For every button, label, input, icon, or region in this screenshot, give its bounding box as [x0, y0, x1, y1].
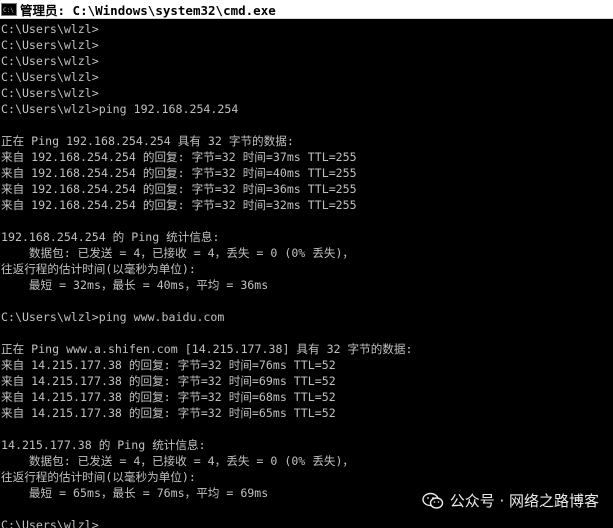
console-line: 往返行程的估计时间(以毫秒为单位):: [1, 262, 196, 276]
console-line: 192.168.254.254 的 Ping 统计信息:: [1, 230, 220, 244]
console-line: 来自 192.168.254.254 的回复: 字节=32 时间=37ms TT…: [1, 150, 357, 164]
console-line: 来自 192.168.254.254 的回复: 字节=32 时间=36ms TT…: [1, 182, 357, 196]
console-line: 来自 14.215.177.38 的回复: 字节=32 时间=68ms TTL=…: [1, 390, 336, 404]
console-line: 14.215.177.38 的 Ping 统计信息:: [1, 438, 206, 452]
console-line: C:\Users\wlzl>: [1, 518, 99, 528]
console-line: 来自 192.168.254.254 的回复: 字节=32 时间=40ms TT…: [1, 166, 357, 180]
console-line: 来自 192.168.254.254 的回复: 字节=32 时间=32ms TT…: [1, 198, 357, 212]
console-line: 来自 14.215.177.38 的回复: 字节=32 时间=76ms TTL=…: [1, 358, 336, 372]
console-line: C:\Users\wlzl>: [1, 22, 99, 36]
console-line: 数据包: 已发送 = 4，已接收 = 4，丢失 = 0 (0% 丢失)，: [1, 454, 355, 468]
console-line: 最短 = 32ms，最长 = 40ms，平均 = 36ms: [1, 278, 269, 292]
watermark: 公众号 · 网络之路博客: [421, 490, 599, 511]
console-line: C:\Users\wlzl>ping 192.168.254.254: [1, 102, 239, 116]
watermark-text: 公众号 · 网络之路博客: [449, 492, 599, 510]
console-line: 往返行程的估计时间(以毫秒为单位):: [1, 470, 196, 484]
console-line: C:\Users\wlzl>: [1, 70, 99, 84]
window-title: 管理员: C:\Windows\system32\cmd.exe: [20, 2, 276, 18]
console-line: 来自 14.215.177.38 的回复: 字节=32 时间=69ms TTL=…: [1, 374, 336, 388]
wechat-icon: [421, 492, 443, 509]
console-output[interactable]: C:\Users\wlzl> C:\Users\wlzl> C:\Users\wlz…: [0, 21, 613, 528]
console-line: C:\Users\wlzl>: [1, 54, 99, 68]
cmd-window: C:\ 管理员: C:\Windows\system32\cmd.exe C:\…: [0, 0, 613, 528]
cmd-icon[interactable]: C:\: [1, 2, 17, 16]
console-line: C:\Users\wlzl>: [1, 86, 99, 100]
console-line: 正在 Ping www.a.shifen.com [14.215.177.38]…: [1, 342, 413, 356]
console-line: 来自 14.215.177.38 的回复: 字节=32 时间=65ms TTL=…: [1, 406, 336, 420]
console-line: C:\Users\wlzl>ping www.baidu.com: [1, 310, 225, 324]
svg-text:C:\: C:\: [3, 7, 14, 14]
console-line: C:\Users\wlzl>: [1, 38, 99, 52]
title-bar[interactable]: C:\ 管理员: C:\Windows\system32\cmd.exe: [0, 0, 613, 19]
console-line: 正在 Ping 192.168.254.254 具有 32 字节的数据:: [1, 134, 294, 148]
console-line: 数据包: 已发送 = 4，已接收 = 4，丢失 = 0 (0% 丢失)，: [1, 246, 355, 260]
